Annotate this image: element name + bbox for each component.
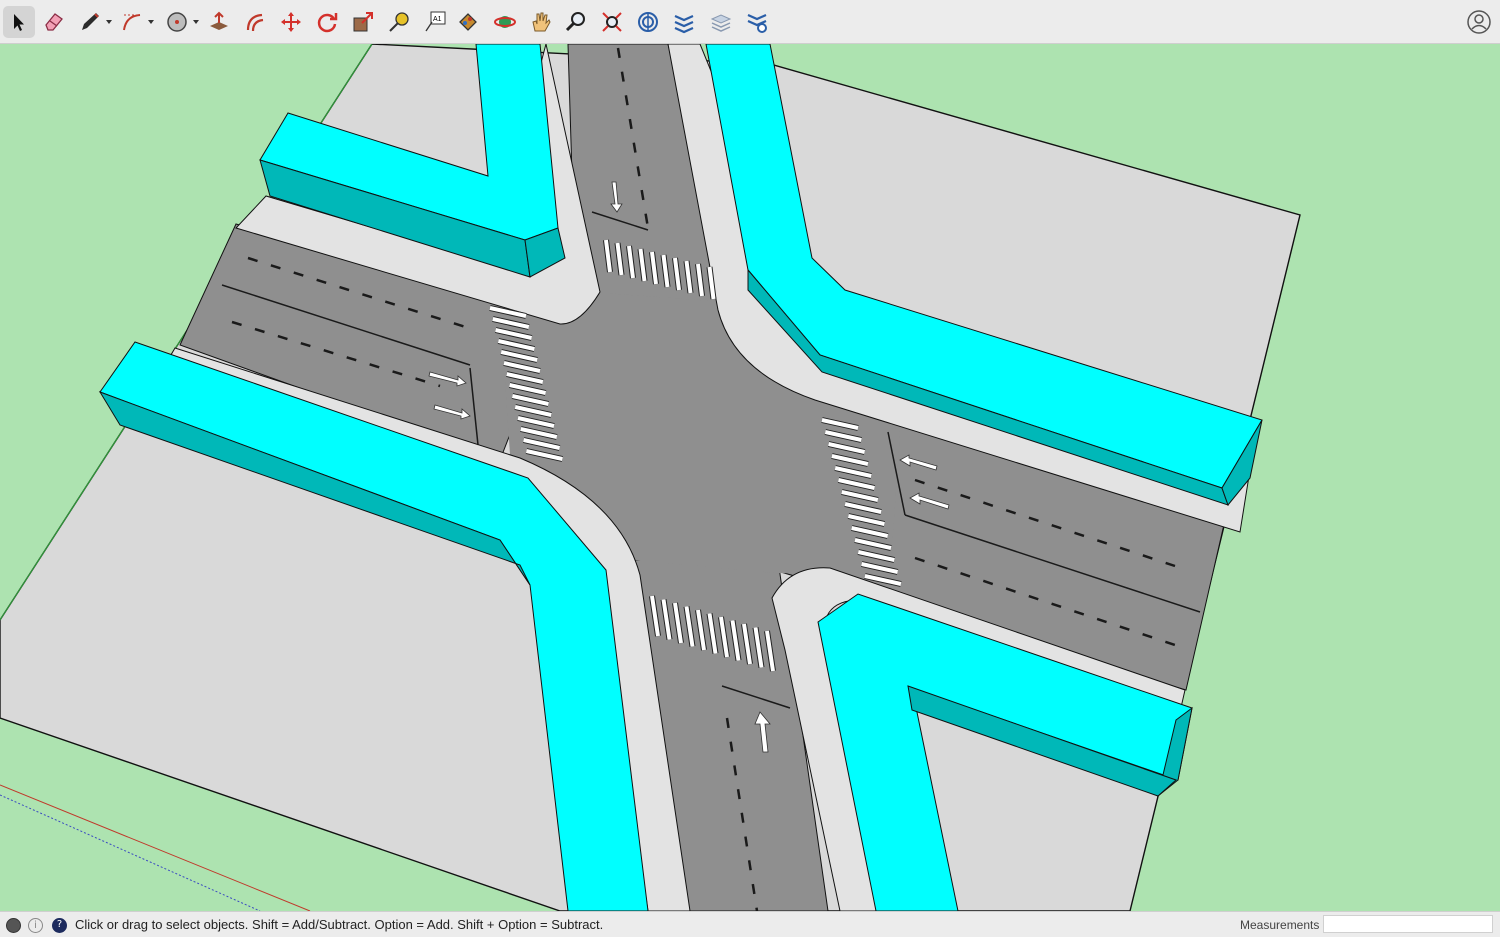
rotate-tool-button[interactable] <box>311 6 343 38</box>
tape-measure-tool-button[interactable] <box>383 6 415 38</box>
text-icon: A1 <box>425 11 446 32</box>
zoom-tool-button[interactable] <box>560 6 592 38</box>
tape-measure-icon <box>389 12 409 32</box>
push-pull-icon <box>210 11 228 30</box>
arc-tool-menu-caret[interactable] <box>148 20 154 24</box>
drawing-viewport[interactable] <box>0 44 1500 911</box>
status-bar: i ? Click or drag to select objects. Shi… <box>0 911 1500 937</box>
select-tool-button[interactable] <box>3 6 35 38</box>
offset-icon <box>246 13 264 32</box>
paint-bucket-tool-button[interactable] <box>452 6 484 38</box>
text-tool-glyph: A1 <box>433 16 442 23</box>
move-arrows-icon <box>281 12 301 32</box>
eraser-icon <box>45 13 63 31</box>
magnifier-icon <box>565 12 585 32</box>
scale-icon <box>353 12 373 32</box>
extension-warehouse-tool-button[interactable] <box>668 6 700 38</box>
move-tool-button[interactable] <box>275 6 307 38</box>
extension-warehouse-icon <box>674 14 694 34</box>
arrow-cursor-icon <box>14 14 24 31</box>
status-message: Click or drag to select objects. Shift =… <box>75 917 604 932</box>
push-pull-tool-button[interactable] <box>203 6 235 38</box>
warehouse-tool-button[interactable] <box>632 6 664 38</box>
credits-icon[interactable] <box>6 918 21 933</box>
extension-manager-icon <box>747 13 767 33</box>
info-icon[interactable]: i <box>28 918 43 933</box>
hand-icon <box>532 12 551 32</box>
line-tool-menu-caret[interactable] <box>106 20 112 24</box>
main-toolbar: A1 <box>0 0 1500 44</box>
extension-manager-tool-button[interactable] <box>741 6 773 38</box>
measurements-label: Measurements <box>1240 918 1320 932</box>
zoom-extents-icon <box>602 12 622 32</box>
pan-tool-button[interactable] <box>525 6 557 38</box>
help-icon[interactable]: ? <box>52 918 67 933</box>
model-scene[interactable] <box>0 44 1500 911</box>
offset-tool-button[interactable] <box>239 6 271 38</box>
scale-tool-button[interactable] <box>347 6 379 38</box>
layout-tool-button[interactable] <box>705 6 737 38</box>
orbit-icon <box>494 16 516 28</box>
pencil-icon <box>82 13 99 30</box>
line-tool-button[interactable] <box>74 6 106 38</box>
eraser-tool-button[interactable] <box>38 6 70 38</box>
zoom-extents-tool-button[interactable] <box>596 6 628 38</box>
orbit-tool-button[interactable] <box>489 6 521 38</box>
arc-icon <box>123 14 141 31</box>
text-tool-button[interactable]: A1 <box>419 6 451 38</box>
arc-tool-button[interactable] <box>116 6 148 38</box>
layers-icon <box>710 14 732 32</box>
paint-bucket-icon <box>459 13 477 31</box>
shape-tool-menu-caret[interactable] <box>193 20 199 24</box>
measurements-input[interactable] <box>1323 915 1493 933</box>
circle-shape-icon <box>167 12 187 32</box>
rotate-icon <box>317 13 338 33</box>
user-account-button[interactable] <box>1466 9 1492 35</box>
warehouse-icon <box>638 12 658 32</box>
shape-tool-button[interactable] <box>161 6 193 38</box>
user-account-icon <box>1467 10 1491 34</box>
